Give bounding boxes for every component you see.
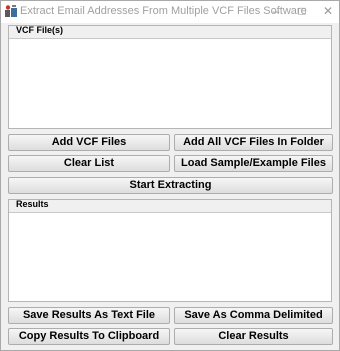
vcf-files-list[interactable] [9, 39, 331, 128]
clear-results-button[interactable]: Clear Results [174, 328, 333, 345]
results-text-area[interactable] [9, 213, 331, 301]
copy-results-to-clipboard-button[interactable]: Copy Results To Clipboard [8, 328, 170, 345]
minimize-icon[interactable]: – [267, 3, 285, 19]
load-sample-files-button[interactable]: Load Sample/Example Files [174, 155, 333, 172]
results-panel: Results [8, 199, 332, 302]
add-vcf-files-button[interactable]: Add VCF Files [8, 134, 170, 151]
start-extracting-button[interactable]: Start Extracting [8, 177, 333, 194]
close-icon[interactable]: ✕ [319, 3, 337, 19]
app-window: Extract Email Addresses From Multiple VC… [0, 0, 340, 351]
vcf-files-panel: VCF File(s) [8, 25, 332, 129]
clear-list-button[interactable]: Clear List [8, 155, 170, 172]
title-bar[interactable]: Extract Email Addresses From Multiple VC… [1, 1, 339, 23]
window-title: Extract Email Addresses From Multiple VC… [20, 5, 307, 17]
vcf-files-label: VCF File(s) [16, 25, 64, 35]
app-icon [5, 5, 17, 17]
add-all-vcf-files-in-folder-button[interactable]: Add All VCF Files In Folder [174, 134, 333, 151]
results-label: Results [16, 199, 49, 209]
vcf-files-header: VCF File(s) [9, 25, 331, 39]
maximize-icon[interactable]: □ [293, 3, 311, 19]
results-header: Results [9, 199, 331, 213]
save-as-comma-delimited-button[interactable]: Save As Comma Delimited [174, 307, 333, 324]
save-results-as-text-file-button[interactable]: Save Results As Text File [8, 307, 170, 324]
